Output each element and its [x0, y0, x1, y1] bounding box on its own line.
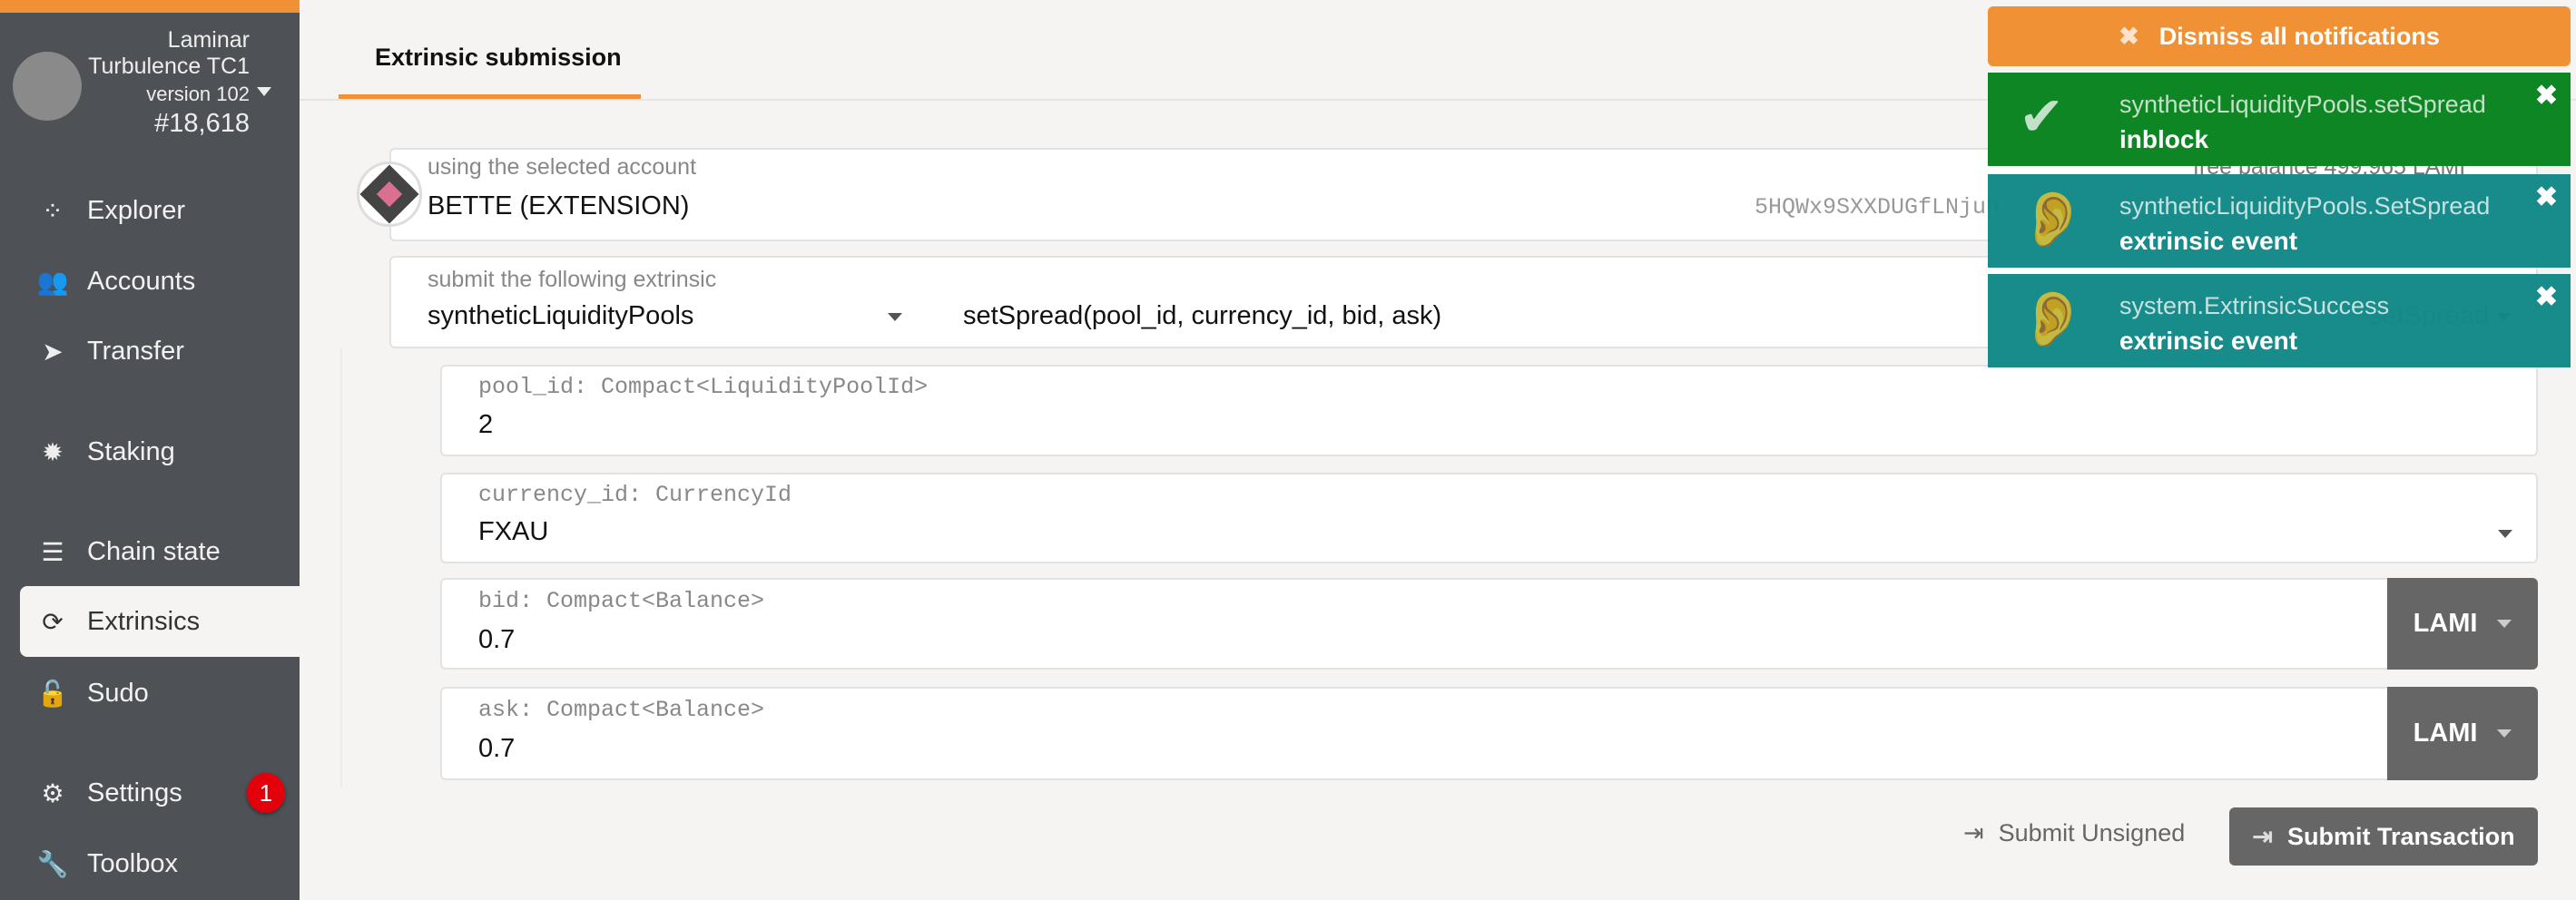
notification-event: 👂 syntheticLiquidityPools.SetSpread extr… [1988, 174, 2571, 268]
currency-id-select[interactable]: FXAU [478, 517, 548, 547]
param-label: currency_id: CurrencyId [478, 482, 792, 508]
chevron-down-icon [2497, 620, 2512, 628]
params-indent [340, 348, 342, 788]
submit-unsigned-button[interactable]: ⇥ Submit Unsigned [1963, 819, 2185, 847]
bid-unit-select[interactable]: LAMI [2387, 578, 2538, 670]
wrench-icon: 🔧 [36, 849, 69, 878]
chain-dropdown-icon[interactable] [257, 87, 271, 96]
sidebar-item-label: Extrinsics [87, 606, 201, 636]
unit-label: LAMI [2413, 719, 2478, 748]
sync-icon: ⟳ [42, 607, 64, 636]
close-icon[interactable]: ✖ [2535, 181, 2558, 213]
sidebar-item-transfer[interactable]: ➤ Transfer [0, 316, 300, 386]
unlock-icon: 🔓 [36, 679, 69, 708]
module-dropdown-icon[interactable] [888, 313, 902, 321]
close-icon: ✖ [2119, 22, 2139, 50]
notification-inblock: ✔ syntheticLiquidityPools.setSpread inbl… [1988, 73, 2571, 166]
sidebar-item-label: Explorer [87, 195, 185, 225]
param-label: ask: Compact<Balance> [478, 697, 765, 723]
sign-in-icon: ⇥ [1963, 819, 1984, 846]
submit-transaction-label: Submit Transaction [2287, 822, 2515, 850]
account-label: using the selected account [428, 154, 697, 180]
sidebar-item-staking[interactable]: ✹ Staking [0, 416, 300, 487]
chevron-down-icon [2497, 729, 2512, 738]
sidebar-item-extrinsics[interactable]: ⟳ Extrinsics [20, 586, 300, 657]
call-select[interactable]: setSpread(pool_id, currency_id, bid, ask… [963, 301, 1441, 331]
sign-in-icon: ⇥ [2252, 822, 2274, 850]
chain-version: version 102 [146, 83, 250, 105]
users-icon: 👥 [36, 267, 69, 296]
chain-name: Laminar [167, 27, 250, 53]
assistive-listening-icon: 👂 [2019, 189, 2087, 249]
notification-title: system.ExtrinsicSuccess [2119, 292, 2390, 319]
unit-label: LAMI [2413, 609, 2478, 638]
settings-badge: 1 [247, 773, 285, 813]
extrinsic-label: submit the following extrinsic [428, 267, 717, 292]
pool-id-input[interactable]: 2 [478, 410, 493, 440]
accent-bar [0, 0, 300, 13]
sidebar-item-label: Staking [87, 436, 175, 466]
currency-dropdown-icon[interactable] [2498, 530, 2512, 538]
sidebar-item-label: Accounts [87, 266, 196, 296]
certificate-icon: ✹ [42, 437, 64, 466]
notification-event: 👂 system.ExtrinsicSuccess extrinsic even… [1988, 274, 2571, 367]
cogs-icon: ⚙ [41, 778, 64, 807]
ask-input[interactable]: 0.7 [478, 734, 515, 764]
sidebar-item-label: Settings [87, 778, 182, 807]
notification-title: syntheticLiquidityPools.setSpread [2119, 91, 2486, 118]
dismiss-all-button[interactable]: ✖ Dismiss all notifications [1988, 6, 2571, 66]
notification-status: extrinsic event [2119, 327, 2298, 355]
database-icon: ☰ [41, 537, 64, 566]
assistive-listening-icon: 👂 [2019, 289, 2087, 349]
param-label: pool_id: Compact<LiquidityPoolId> [478, 374, 929, 400]
check-icon: ✔ [2019, 86, 2065, 147]
account-name: BETTE (EXTENSION) [428, 191, 690, 220]
bid-input[interactable]: 0.7 [478, 625, 515, 655]
module-select[interactable]: syntheticLiquidityPools [428, 301, 693, 331]
chain-name-2: Turbulence TC1 [88, 54, 250, 79]
sidebar-item-label: Transfer [87, 336, 184, 366]
sidebar-item-toolbox[interactable]: 🔧 Toolbox [0, 828, 300, 899]
dismiss-all-label: Dismiss all notifications [2158, 22, 2440, 50]
sidebar-item-accounts[interactable]: 👥 Accounts [0, 246, 300, 317]
account-identicon [357, 161, 422, 227]
explorer-icon: ⁘ [42, 196, 64, 225]
sidebar-item-label: Sudo [87, 678, 149, 708]
ask-unit-select[interactable]: LAMI [2387, 687, 2538, 780]
active-tab-indicator [339, 94, 641, 99]
submit-unsigned-label: Submit Unsigned [1998, 819, 2186, 846]
tab-extrinsic-submission[interactable]: Extrinsic submission [375, 44, 622, 72]
notification-title: syntheticLiquidityPools.SetSpread [2119, 192, 2491, 220]
sidebar-item-chain-state[interactable]: ☰ Chain state [0, 516, 300, 587]
account-address: 5HQWx9SXXDUGfLNjuh [1755, 194, 2001, 220]
sidebar-item-label: Chain state [87, 536, 221, 566]
submit-transaction-button[interactable]: ⇥ Submit Transaction [2229, 807, 2538, 866]
param-label: bid: Compact<Balance> [478, 588, 765, 614]
chain-logo[interactable] [13, 52, 82, 121]
notification-status: inblock [2119, 125, 2209, 153]
sidebar-item-label: Toolbox [87, 848, 178, 878]
sidebar-item-explorer[interactable]: ⁘ Explorer [0, 175, 300, 246]
close-icon[interactable]: ✖ [2535, 80, 2558, 112]
block-number: #18,618 [154, 109, 250, 138]
notification-status: extrinsic event [2119, 227, 2298, 255]
close-icon[interactable]: ✖ [2535, 281, 2558, 313]
paper-plane-icon: ➤ [42, 337, 64, 366]
sidebar-item-sudo[interactable]: 🔓 Sudo [0, 658, 300, 729]
